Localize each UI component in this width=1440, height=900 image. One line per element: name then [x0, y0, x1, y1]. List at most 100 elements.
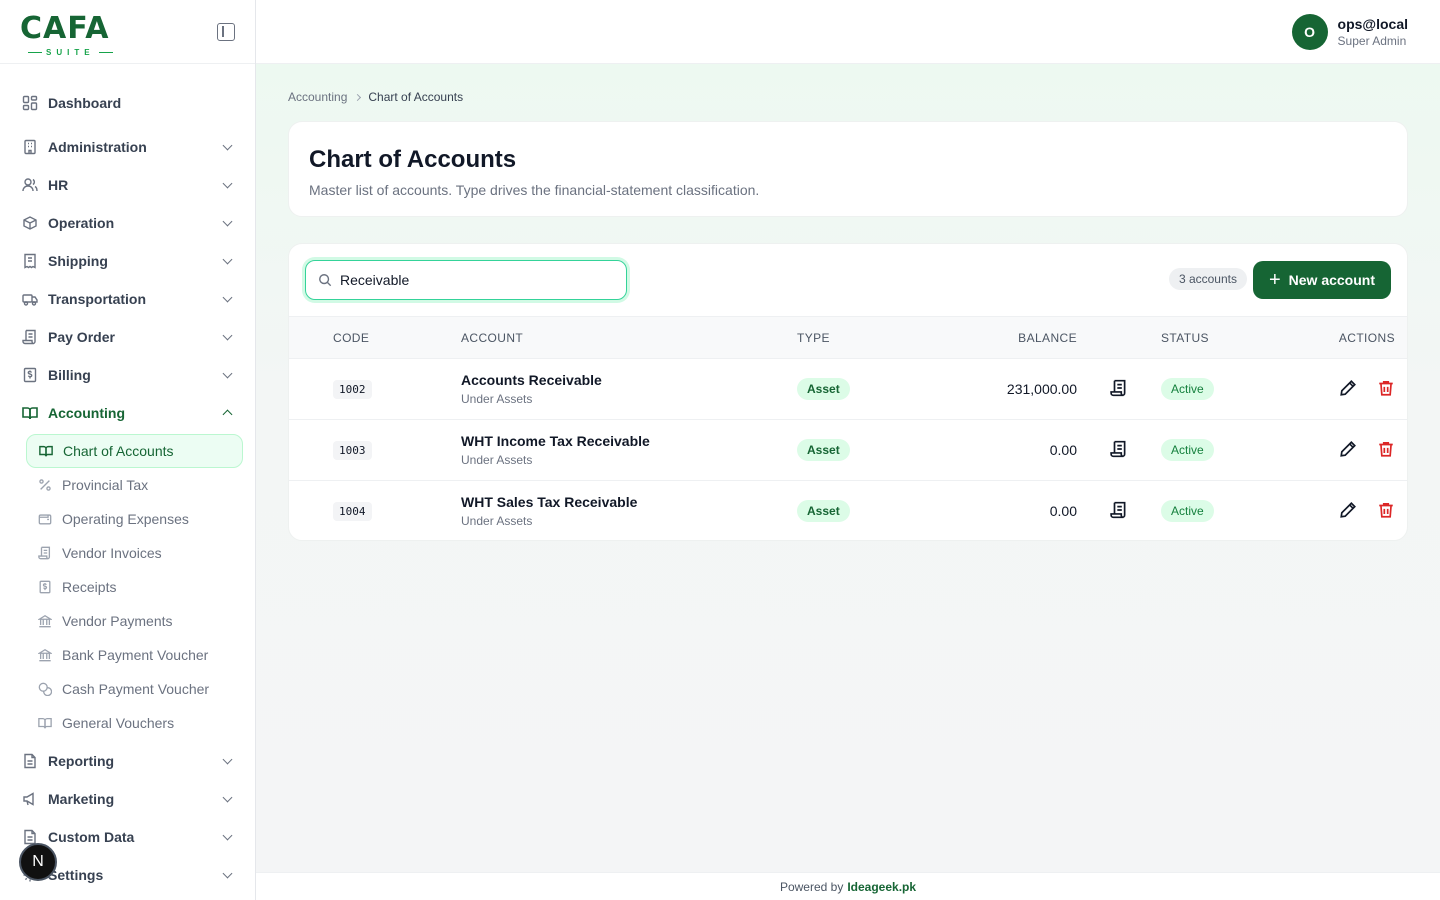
sidebar-subitem-receipts[interactable]: Receipts	[26, 570, 243, 604]
accounts-table-card: 3 accounts + New account CODE ACCOUNT TY…	[288, 243, 1408, 541]
sidebar-item-billing[interactable]: Billing	[0, 356, 255, 394]
user-name: ops@local	[1337, 16, 1408, 32]
edit-icon[interactable]	[1339, 501, 1357, 519]
book-open-icon	[39, 444, 53, 458]
status-badge: Active	[1161, 500, 1214, 523]
edit-icon[interactable]	[1339, 379, 1357, 397]
sidebar-item-transportation[interactable]: Transportation	[0, 280, 255, 318]
sidebar-header: CAFA SUITE	[0, 0, 255, 64]
book-open-icon	[38, 716, 52, 730]
sidebar-subitem-label: Chart of Accounts	[63, 443, 174, 459]
sidebar-subitem-bank-payment-voucher[interactable]: Bank Payment Voucher	[26, 638, 243, 672]
account-name[interactable]: Accounts Receivable	[461, 371, 797, 389]
sidebar-item-label: Accounting	[48, 405, 125, 421]
breadcrumb-parent[interactable]: Accounting	[288, 90, 347, 104]
avatar: O	[1291, 14, 1328, 50]
chevron-down-icon	[222, 868, 233, 879]
bank-icon	[38, 648, 52, 662]
sidebar-subitem-vendor-invoices[interactable]: Vendor Invoices	[26, 536, 243, 570]
sidebar-subitem-general-vouchers[interactable]: General Vouchers	[26, 706, 243, 740]
sidebar-subitem-operating-expenses[interactable]: Operating Expenses	[26, 502, 243, 536]
sidebar-subitem-chart-of-accounts[interactable]: Chart of Accounts	[26, 434, 243, 468]
sidebar-item-accounting[interactable]: Accounting	[0, 394, 255, 432]
sidebar-item-shipping[interactable]: Shipping	[0, 242, 255, 280]
brand-logo[interactable]: CAFA SUITE	[20, 10, 130, 57]
ledger-icon[interactable]	[1110, 379, 1128, 397]
column-header-account[interactable]: ACCOUNT	[461, 317, 797, 359]
delete-icon[interactable]	[1377, 440, 1395, 458]
sidebar-subitem-label: Vendor Payments	[62, 613, 173, 629]
sidebar-item-label: Operation	[48, 215, 115, 231]
ledger-icon[interactable]	[1110, 501, 1128, 519]
footer-prefix: Powered by	[779, 879, 844, 894]
ledger-icon[interactable]	[1110, 440, 1128, 458]
logo-wordmark: CAFA	[20, 10, 110, 46]
column-header-status[interactable]: STATUS	[1161, 317, 1311, 359]
new-account-button[interactable]: + New account	[1252, 261, 1391, 299]
main-content: Accounting Chart of Accounts Chart of Ac…	[256, 64, 1440, 872]
sidebar-item-label: Pay Order	[48, 329, 115, 345]
sidebar-subitem-vendor-payments[interactable]: Vendor Payments	[26, 604, 243, 638]
page-title: Chart of Accounts	[309, 146, 517, 173]
sidebar-item-hr[interactable]: HR	[0, 166, 255, 204]
sidebar-item-label: Settings	[48, 867, 104, 883]
sidebar-item-dashboard[interactable]: Dashboard	[0, 84, 255, 122]
megaphone-icon	[22, 791, 38, 807]
footer-brand-link[interactable]: Ideageek.pk	[847, 880, 916, 894]
page-subtitle: Master list of accounts. Type drives the…	[309, 182, 760, 198]
account-code: 1003	[333, 440, 372, 460]
sidebar-item-label: Transportation	[48, 291, 147, 307]
sidebar-item-reporting[interactable]: Reporting	[0, 742, 255, 780]
sidebar-subitem-label: Operating Expenses	[62, 511, 189, 527]
table-row[interactable]: 1003 WHT Income Tax Receivable Under Ass…	[289, 419, 1407, 481]
table-row[interactable]: 1004 WHT Sales Tax Receivable Under Asse…	[289, 480, 1407, 542]
delete-icon[interactable]	[1377, 379, 1395, 397]
receipt-icon	[22, 253, 38, 269]
sidebar: CAFA SUITE Dashboard Administration HR O…	[0, 0, 256, 900]
account-name[interactable]: WHT Sales Tax Receivable	[461, 493, 797, 511]
accounts-table: CODE ACCOUNT TYPE BALANCE STATUS ACTIONS…	[289, 316, 1407, 542]
sidebar-item-administration[interactable]: Administration	[0, 128, 255, 166]
footer: Powered by Ideageek.pk	[256, 872, 1440, 900]
user-menu[interactable]: O ops@local Super Admin	[1291, 14, 1408, 50]
search-input[interactable]	[340, 272, 600, 288]
chevron-down-icon	[222, 368, 233, 379]
chevron-down-icon	[222, 178, 233, 189]
logo-subtitle: SUITE	[28, 48, 113, 57]
edit-icon[interactable]	[1339, 440, 1357, 458]
percent-icon	[38, 478, 52, 492]
type-badge: Asset	[797, 439, 850, 461]
table-row[interactable]: 1002 Accounts Receivable Under Assets As…	[289, 358, 1407, 420]
column-header-balance[interactable]: BALANCE	[923, 317, 1077, 359]
search-icon	[318, 273, 332, 287]
chevron-down-icon	[222, 330, 233, 341]
plus-icon: +	[1268, 269, 1281, 291]
scroll-icon	[38, 546, 52, 560]
truck-icon	[22, 291, 38, 307]
breadcrumb: Accounting Chart of Accounts	[288, 90, 463, 104]
floating-assistant-badge[interactable]: N	[19, 843, 57, 881]
sidebar-nav: Dashboard Administration HR Operation Sh…	[0, 64, 255, 894]
column-header-code[interactable]: CODE	[289, 317, 461, 359]
sidebar-item-marketing[interactable]: Marketing	[0, 780, 255, 818]
sidebar-subitem-label: Receipts	[62, 579, 117, 595]
column-header-actions: ACTIONS	[1338, 330, 1395, 345]
package-icon	[22, 215, 38, 231]
dollar-receipt-icon	[22, 367, 38, 383]
sidebar-subitem-provincial-tax[interactable]: Provincial Tax	[26, 468, 243, 502]
account-code: 1002	[333, 379, 372, 399]
sidebar-item-pay-order[interactable]: Pay Order	[0, 318, 255, 356]
coins-icon	[38, 682, 52, 696]
sidebar-item-label: Shipping	[48, 253, 108, 269]
column-header-type[interactable]: TYPE	[797, 317, 923, 359]
sidebar-item-operation[interactable]: Operation	[0, 204, 255, 242]
new-account-label: New account	[1288, 272, 1375, 288]
book-open-icon	[22, 405, 38, 421]
sidebar-collapse-icon[interactable]	[217, 22, 235, 41]
sidebar-item-label: Reporting	[48, 753, 115, 769]
search-box[interactable]	[305, 260, 627, 300]
status-badge: Active	[1161, 439, 1214, 461]
account-name[interactable]: WHT Income Tax Receivable	[461, 432, 797, 450]
sidebar-subitem-cash-payment-voucher[interactable]: Cash Payment Voucher	[26, 672, 243, 706]
delete-icon[interactable]	[1377, 501, 1395, 519]
